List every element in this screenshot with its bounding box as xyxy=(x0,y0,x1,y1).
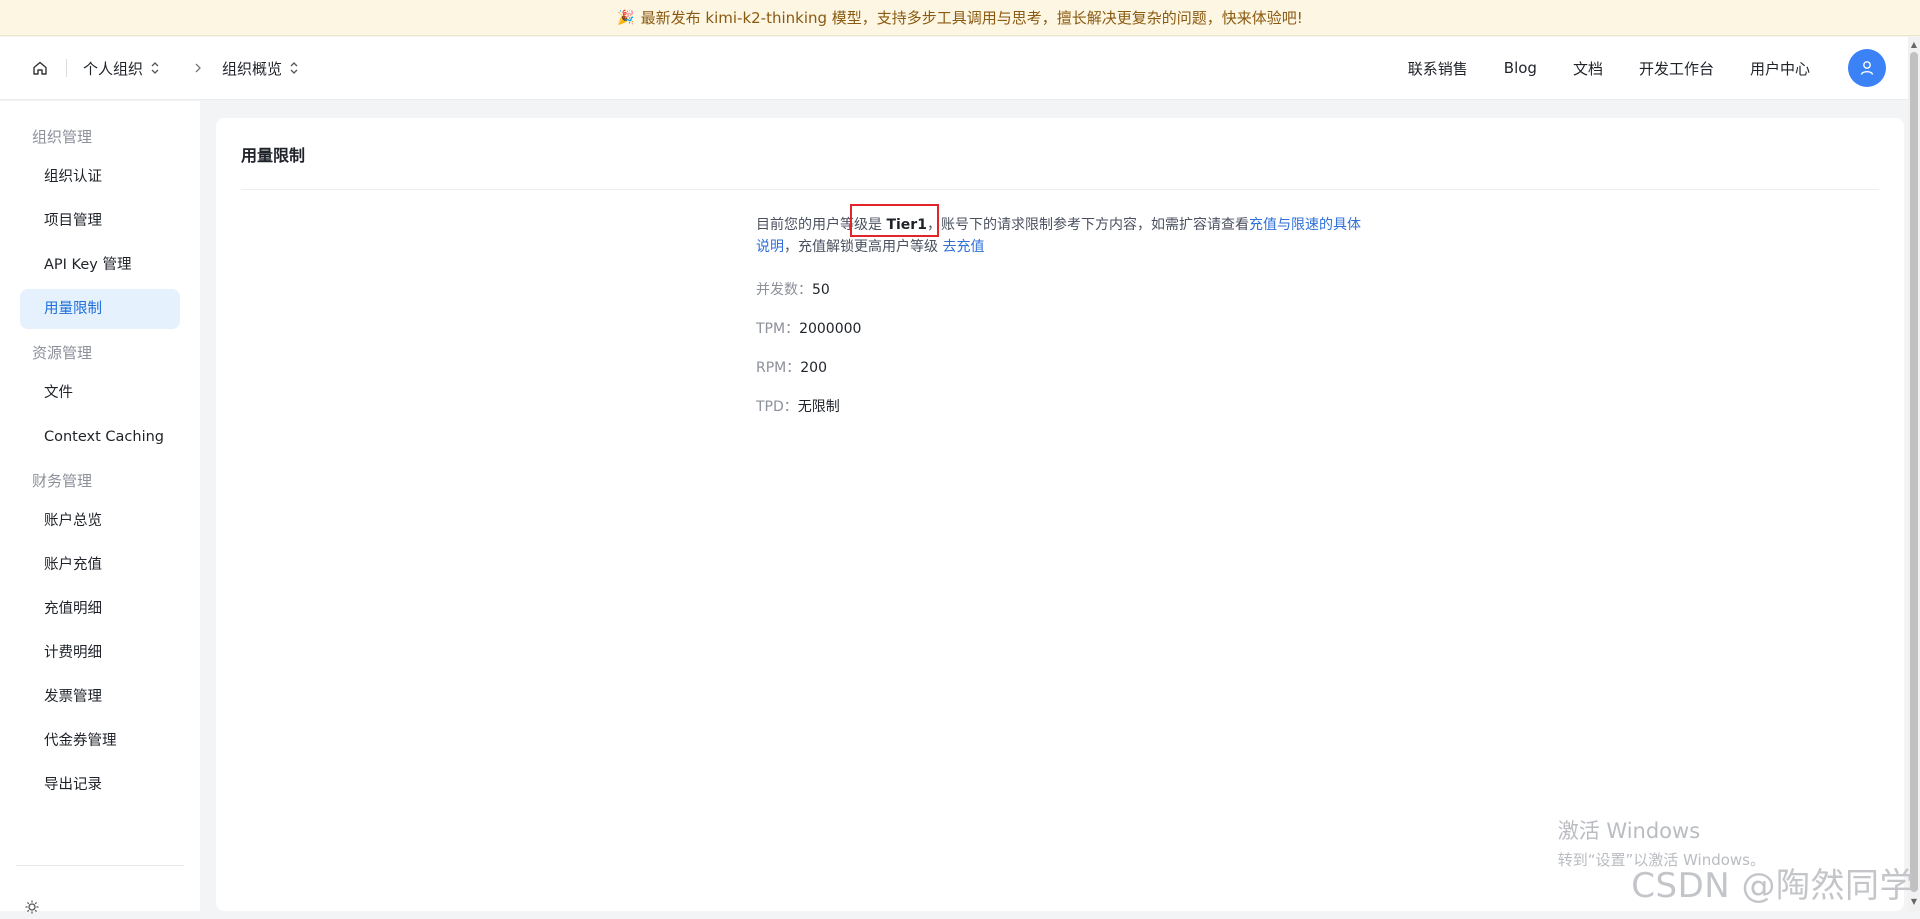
page-title: 用量限制 xyxy=(241,146,306,165)
breadcrumb-separator xyxy=(66,59,67,77)
party-popper-icon: 🎉 xyxy=(617,9,635,26)
sidebar-item-api-keys[interactable]: API Key 管理 xyxy=(20,245,180,285)
limit-key: TPM： xyxy=(756,321,800,337)
limit-row-tpm: TPM：2000000 xyxy=(756,318,1366,340)
limit-row-tpd: TPD：无限制 xyxy=(756,396,1366,418)
nav-dev-workbench[interactable]: 开发工作台 xyxy=(1639,58,1714,79)
limit-key: RPM： xyxy=(756,360,801,376)
csdn-watermark: CSDN @陶然同学 xyxy=(1631,866,1914,906)
nav-blog[interactable]: Blog xyxy=(1504,59,1537,77)
limit-row-rpm: RPM：200 xyxy=(756,357,1366,379)
sidebar-item-context-caching[interactable]: Context Caching xyxy=(20,417,180,457)
tier-intro: 目前您的用户等级是 Tier1，账号下的请求限制参考下方内容，如需扩容请查看充值… xyxy=(756,214,1366,258)
recharge-link[interactable]: 去充值 xyxy=(942,239,984,255)
scrollbar-thumb[interactable] xyxy=(1910,52,1918,892)
sidebar-item-account-overview[interactable]: 账户总览 xyxy=(20,501,180,541)
limit-value: 50 xyxy=(812,282,830,298)
intro-prefix: 目前您的用户等级是 xyxy=(756,217,887,233)
main-card: 用量限制 目前您的用户等级是 Tier1，账号下的请求限制参考下方内容，如需扩容… xyxy=(216,118,1904,911)
limit-value: 2000000 xyxy=(799,321,862,337)
announcement-text: 最新发布 kimi-k2-thinking 模型，支持多步工具调用与思考，擅长解… xyxy=(640,9,1303,27)
sidebar-item-billing-details[interactable]: 计费明细 xyxy=(20,633,180,673)
sidebar-item-org-verification[interactable]: 组织认证 xyxy=(20,157,180,197)
announcement-bar: 🎉 最新发布 kimi-k2-thinking 模型，支持多步工具调用与思考，擅… xyxy=(0,0,1920,36)
top-navbar: 个人组织 组织概览 联系销售 Blog 文档 开发工作台 用户中心 xyxy=(0,37,1920,100)
sidebar-group-resources: 资源管理 xyxy=(32,344,93,362)
sidebar-item-export-records[interactable]: 导出记录 xyxy=(20,765,180,805)
sidebar-item-recharge-details[interactable]: 充值明细 xyxy=(20,589,180,629)
chevron-right-icon xyxy=(194,62,202,74)
title-divider xyxy=(241,189,1879,190)
limit-value: 200 xyxy=(800,360,827,376)
nav-docs[interactable]: 文档 xyxy=(1573,58,1603,79)
usage-limits-content: 目前您的用户等级是 Tier1，账号下的请求限制参考下方内容，如需扩容请查看充值… xyxy=(756,214,1366,418)
org-selector-label: 个人组织 xyxy=(83,59,144,78)
chevron-updown-icon xyxy=(150,61,160,75)
sun-icon[interactable] xyxy=(24,899,40,915)
intro-suffix: ，充值解锁更高用户等级 xyxy=(784,239,943,255)
sidebar-group-finance: 财务管理 xyxy=(32,472,93,490)
sidebar-item-recharge[interactable]: 账户充值 xyxy=(20,545,180,585)
top-nav: 联系销售 Blog 文档 开发工作台 用户中心 xyxy=(1372,49,1890,87)
limit-value: 无限制 xyxy=(797,399,840,415)
nav-user-center[interactable]: 用户中心 xyxy=(1750,58,1810,79)
sidebar-divider xyxy=(16,865,184,866)
scroll-up-icon[interactable]: ▲ xyxy=(1910,41,1918,49)
tier-value: Tier1 xyxy=(886,217,927,233)
sidebar-item-projects[interactable]: 项目管理 xyxy=(20,201,180,241)
sidebar-group-org: 组织管理 xyxy=(32,128,93,146)
sidebar-item-usage-limits[interactable]: 用量限制 xyxy=(20,289,180,329)
sidebar-item-invoices[interactable]: 发票管理 xyxy=(20,677,180,717)
home-icon[interactable] xyxy=(30,58,50,78)
intro-middle: ，账号下的请求限制参考下方内容，如需扩容请查看 xyxy=(926,217,1249,233)
sidebar-item-files[interactable]: 文件 xyxy=(20,373,180,413)
nav-contact-sales[interactable]: 联系销售 xyxy=(1408,58,1468,79)
chevron-updown-icon xyxy=(289,61,299,75)
limit-key: TPD： xyxy=(756,399,798,415)
limit-key: 并发数： xyxy=(756,282,812,298)
page-selector-label: 组织概览 xyxy=(222,59,283,78)
sidebar-item-vouchers[interactable]: 代金券管理 xyxy=(20,721,180,761)
sidebar: 组织管理 组织认证 项目管理 API Key 管理 用量限制 资源管理 文件 C… xyxy=(0,101,200,914)
limit-row-concurrency: 并发数：50 xyxy=(756,279,1366,301)
user-icon xyxy=(1860,61,1874,75)
page-selector[interactable]: 组织概览 xyxy=(222,58,299,79)
watermark-line1: 激活 Windows xyxy=(1557,819,1701,843)
avatar[interactable] xyxy=(1848,49,1886,87)
org-selector[interactable]: 个人组织 xyxy=(83,58,160,79)
